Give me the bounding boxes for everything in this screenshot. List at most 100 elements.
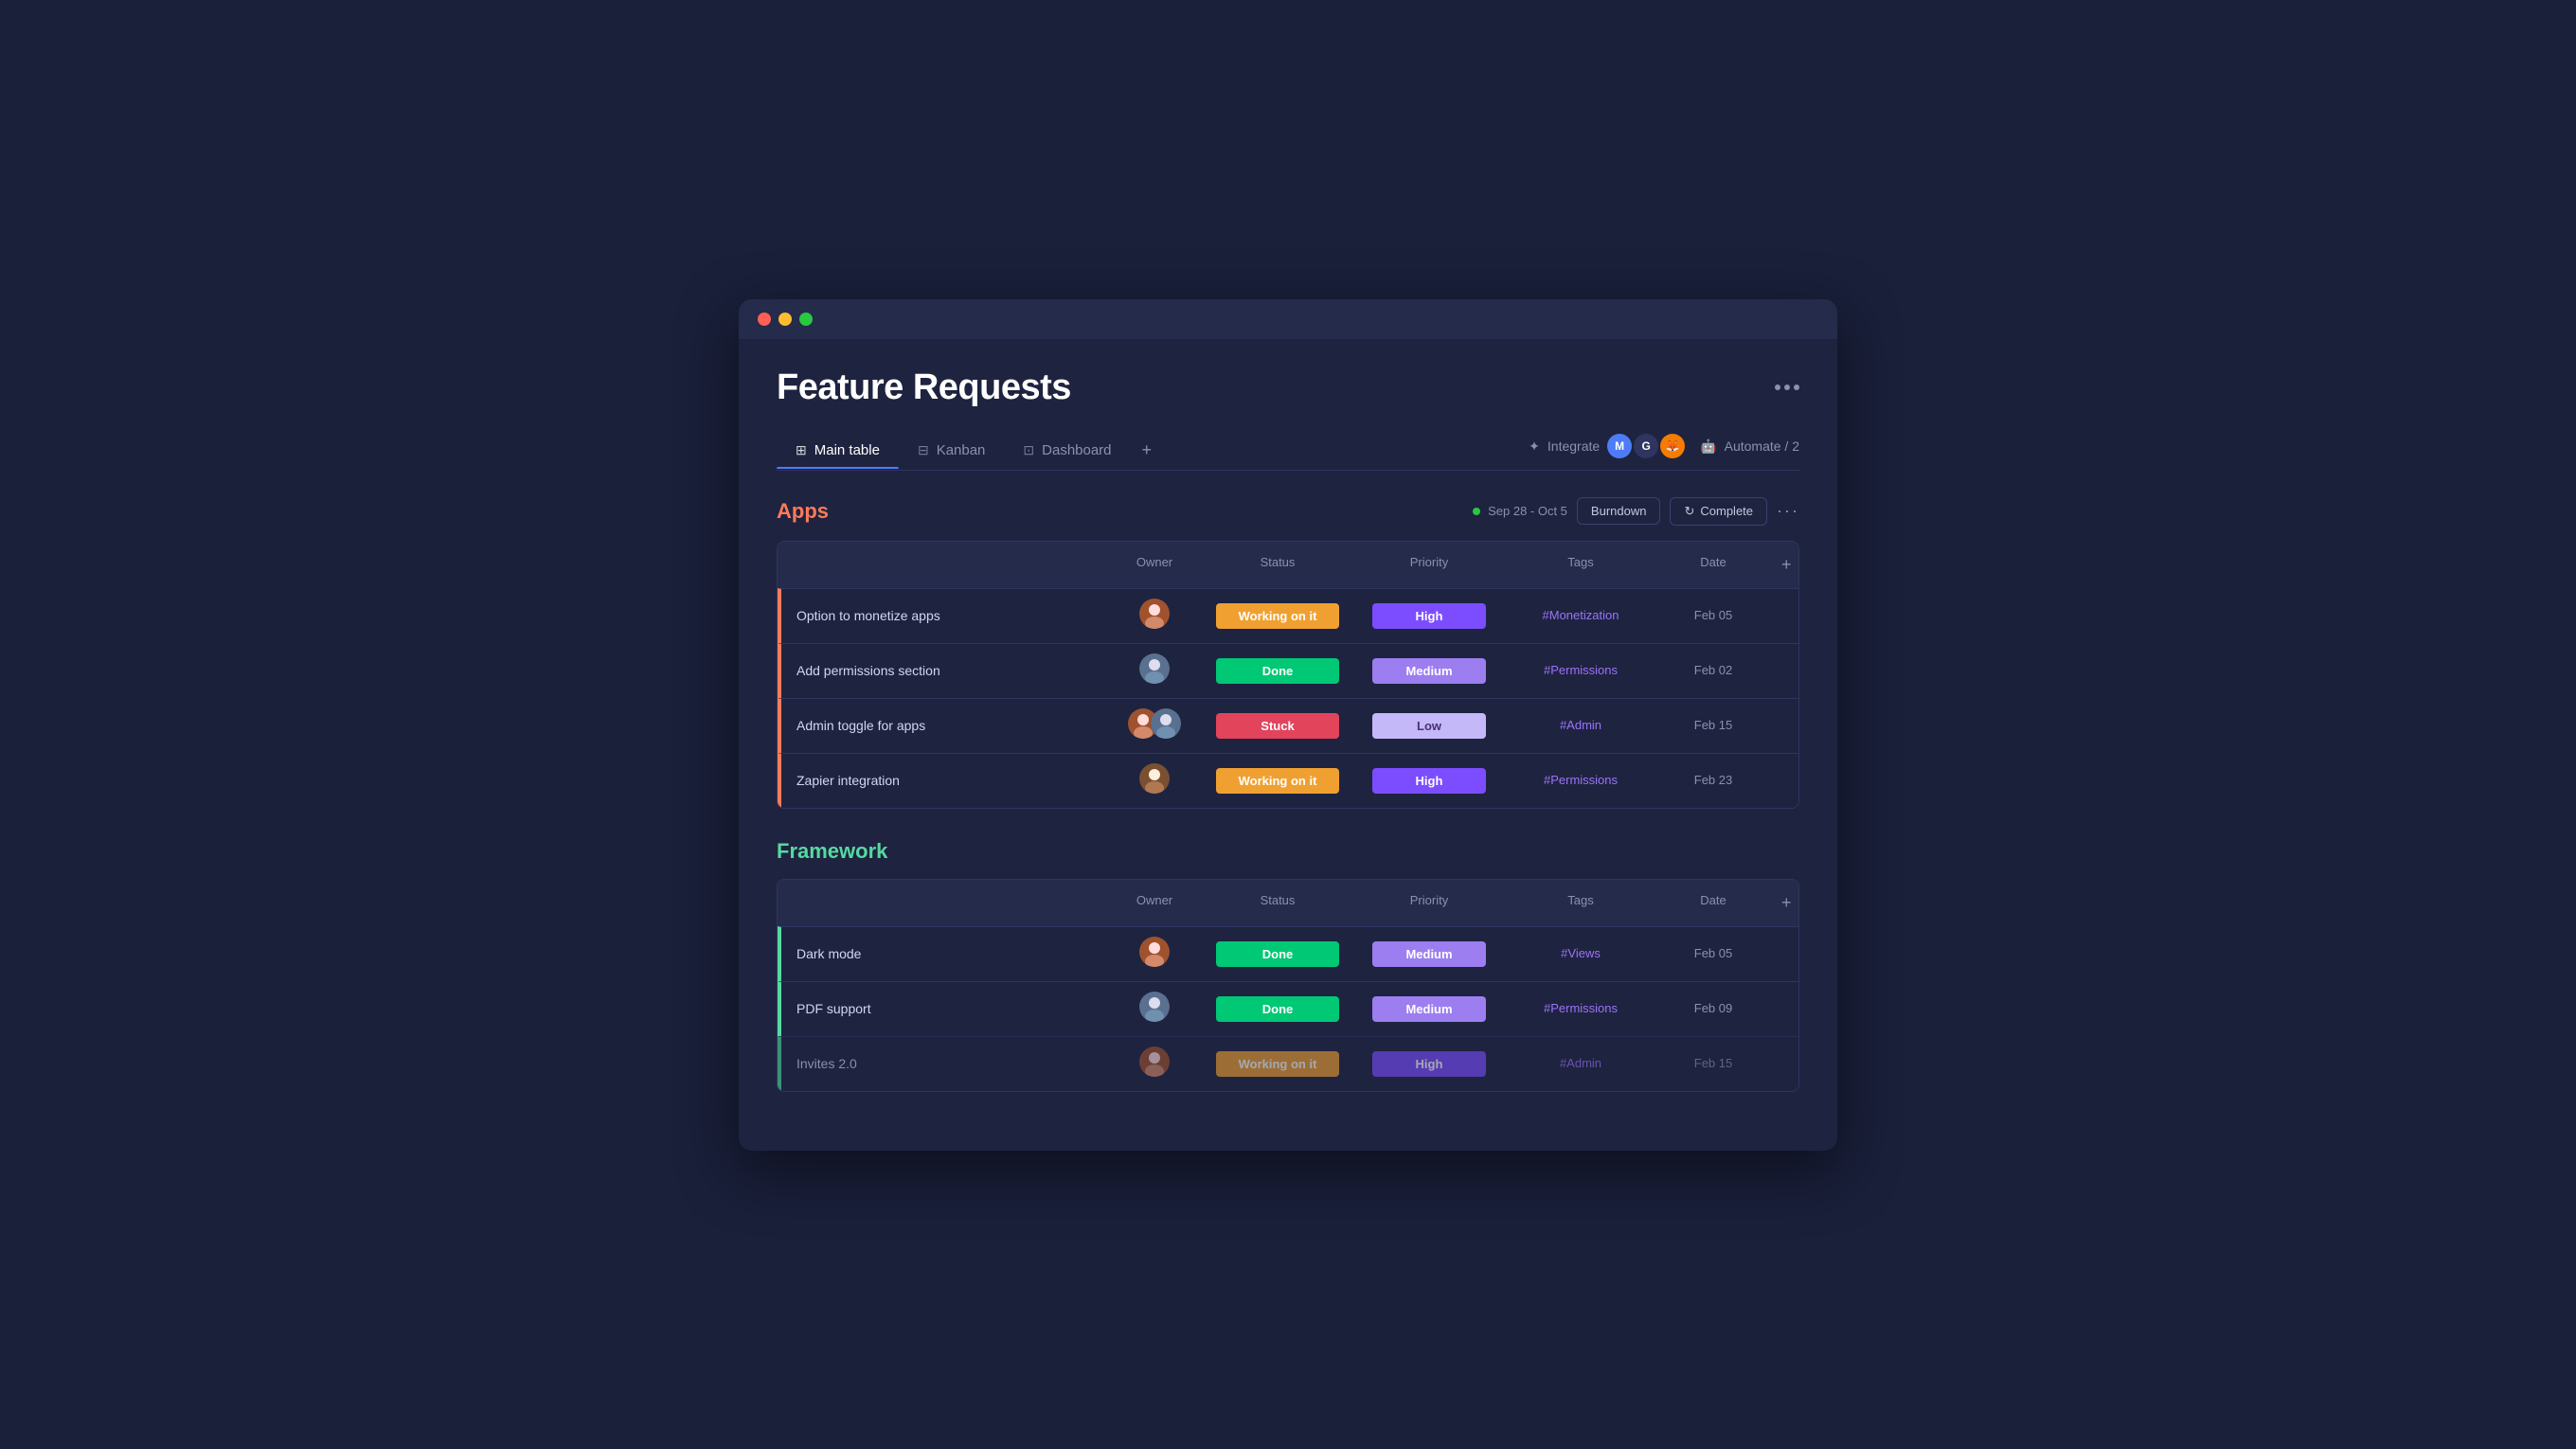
integration-icon-3: 🦊 [1660, 434, 1685, 458]
add-column-button[interactable]: + [1770, 549, 1798, 581]
status-badge: Done [1216, 996, 1339, 1022]
apps-table-header: Owner Status Priority Tags Date + [778, 542, 1798, 588]
row-owner [1107, 699, 1202, 753]
status-badge: Working on it [1216, 768, 1339, 794]
tab-bar: ⊞ Main table ⊟ Kanban ⊡ Dashboard + ✦ In… [777, 431, 1799, 471]
automate-button[interactable]: 🤖 Automate / 2 [1700, 438, 1799, 455]
priority-badge: Medium [1372, 941, 1486, 967]
row-name: PDF support [781, 992, 1107, 1026]
avatar [1139, 599, 1170, 629]
row-name: Zapier integration [781, 763, 1107, 797]
row-priority: High [1353, 759, 1505, 803]
col-date-header: Date [1656, 549, 1770, 581]
main-window: Feature Requests ⊞ Main table ⊟ Kanban ⊡… [739, 299, 1837, 1151]
row-date: Feb 15 [1656, 707, 1770, 743]
main-table-icon: ⊞ [796, 442, 807, 458]
col-priority-header: Priority [1353, 549, 1505, 581]
row-tags: #Permissions [1505, 991, 1656, 1027]
tag-label: #Monetization [1543, 608, 1619, 622]
apps-more-menu[interactable]: ··· [1777, 501, 1799, 521]
integrate-icon: ✦ [1529, 438, 1540, 455]
tag-label: #Admin [1560, 1056, 1601, 1070]
refresh-icon: ↻ [1684, 504, 1694, 519]
framework-section-title: Framework [777, 839, 887, 864]
complete-label: Complete [1700, 504, 1753, 518]
menu-dot-3 [1794, 385, 1799, 390]
date-range: Sep 28 - Oct 5 [1488, 504, 1567, 518]
row-date: Feb 02 [1656, 653, 1770, 689]
row-status: Working on it [1202, 1042, 1353, 1086]
framework-table-row[interactable]: Invites 2.0 Working on it High #Admin Fe… [778, 1036, 1798, 1091]
apps-section-title: Apps [777, 499, 829, 524]
framework-table-row[interactable]: Dark mode Done Medium #Views Feb 05 [778, 926, 1798, 981]
tab-main-table[interactable]: ⊞ Main table [777, 433, 899, 468]
dashboard-icon: ⊡ [1023, 442, 1034, 458]
automate-label: Automate / 2 [1725, 438, 1799, 454]
row-extra [1770, 771, 1798, 790]
tab-kanban[interactable]: ⊟ Kanban [899, 433, 1004, 468]
tab-main-table-label: Main table [814, 442, 880, 458]
row-name: Dark mode [781, 937, 1107, 971]
menu-dot-1 [1775, 385, 1780, 390]
content-area: Feature Requests ⊞ Main table ⊟ Kanban ⊡… [739, 339, 1837, 1151]
apps-table-row[interactable]: Option to monetize apps Working on it Hi… [778, 588, 1798, 643]
row-status: Done [1202, 932, 1353, 976]
avatar [1151, 708, 1181, 739]
col-date-header: Date [1656, 887, 1770, 919]
row-owner [1107, 589, 1202, 643]
apps-section-header: Apps Sep 28 - Oct 5 Burndown ↻ Complete … [777, 497, 1799, 526]
tabs-right-actions: ✦ Integrate M G 🦊 🤖 Automate / 2 [1529, 434, 1799, 466]
col-owner-header: Owner [1107, 887, 1202, 919]
apps-table-row[interactable]: Zapier integration Working on it High #P… [778, 753, 1798, 808]
framework-table-row[interactable]: PDF support Done Medium #Permissions Feb… [778, 981, 1798, 1036]
tag-label: #Views [1561, 946, 1601, 960]
row-name: Admin toggle for apps [781, 708, 1107, 742]
tag-label: #Permissions [1544, 773, 1618, 787]
maximize-dot[interactable] [799, 313, 813, 326]
row-tags: #Admin [1505, 707, 1656, 743]
add-column-button[interactable]: + [1770, 887, 1798, 919]
framework-table-header: Owner Status Priority Tags Date + [778, 880, 1798, 926]
tab-dashboard[interactable]: ⊡ Dashboard [1004, 433, 1130, 468]
col-tags-header: Tags [1505, 549, 1656, 581]
avatar [1139, 1046, 1170, 1077]
row-extra [1770, 661, 1798, 680]
apps-table-row[interactable]: Admin toggle for apps Stuck Low [778, 698, 1798, 753]
apps-table-row[interactable]: Add permissions section Done Medium #Per… [778, 643, 1798, 698]
menu-dot-2 [1784, 385, 1790, 390]
integrate-button[interactable]: ✦ Integrate M G 🦊 [1529, 434, 1685, 458]
row-extra [1770, 606, 1798, 625]
apps-section-controls: Sep 28 - Oct 5 Burndown ↻ Complete ··· [1473, 497, 1799, 526]
status-badge: Stuck [1216, 713, 1339, 739]
status-badge: Done [1216, 658, 1339, 684]
row-priority: Medium [1353, 987, 1505, 1031]
header-more-menu[interactable] [1775, 385, 1799, 390]
row-priority: Medium [1353, 932, 1505, 976]
row-owner [1107, 927, 1202, 981]
col-status-header: Status [1202, 549, 1353, 581]
row-tags: #Permissions [1505, 762, 1656, 798]
status-badge: Working on it [1216, 1051, 1339, 1077]
row-tags: #Monetization [1505, 598, 1656, 634]
row-status: Working on it [1202, 759, 1353, 803]
col-owner-header: Owner [1107, 549, 1202, 581]
minimize-dot[interactable] [778, 313, 792, 326]
avatar [1139, 653, 1170, 684]
tab-dashboard-label: Dashboard [1042, 442, 1111, 458]
tag-label: #Permissions [1544, 1001, 1618, 1015]
row-date: Feb 05 [1656, 598, 1770, 634]
add-tab-button[interactable]: + [1131, 431, 1164, 470]
col-name-header [778, 887, 1107, 919]
priority-badge: Medium [1372, 996, 1486, 1022]
page-title: Feature Requests [777, 367, 1071, 408]
avatar-group [1139, 1046, 1170, 1077]
framework-table: Owner Status Priority Tags Date + Dark m… [777, 879, 1799, 1092]
row-status: Done [1202, 649, 1353, 693]
status-badge: Done [1216, 941, 1339, 967]
row-date: Feb 15 [1656, 1046, 1770, 1082]
complete-button[interactable]: ↻ Complete [1670, 497, 1767, 526]
row-owner [1107, 982, 1202, 1036]
close-dot[interactable] [758, 313, 771, 326]
burndown-button[interactable]: Burndown [1577, 497, 1661, 525]
framework-section-header: Framework [777, 839, 1799, 864]
